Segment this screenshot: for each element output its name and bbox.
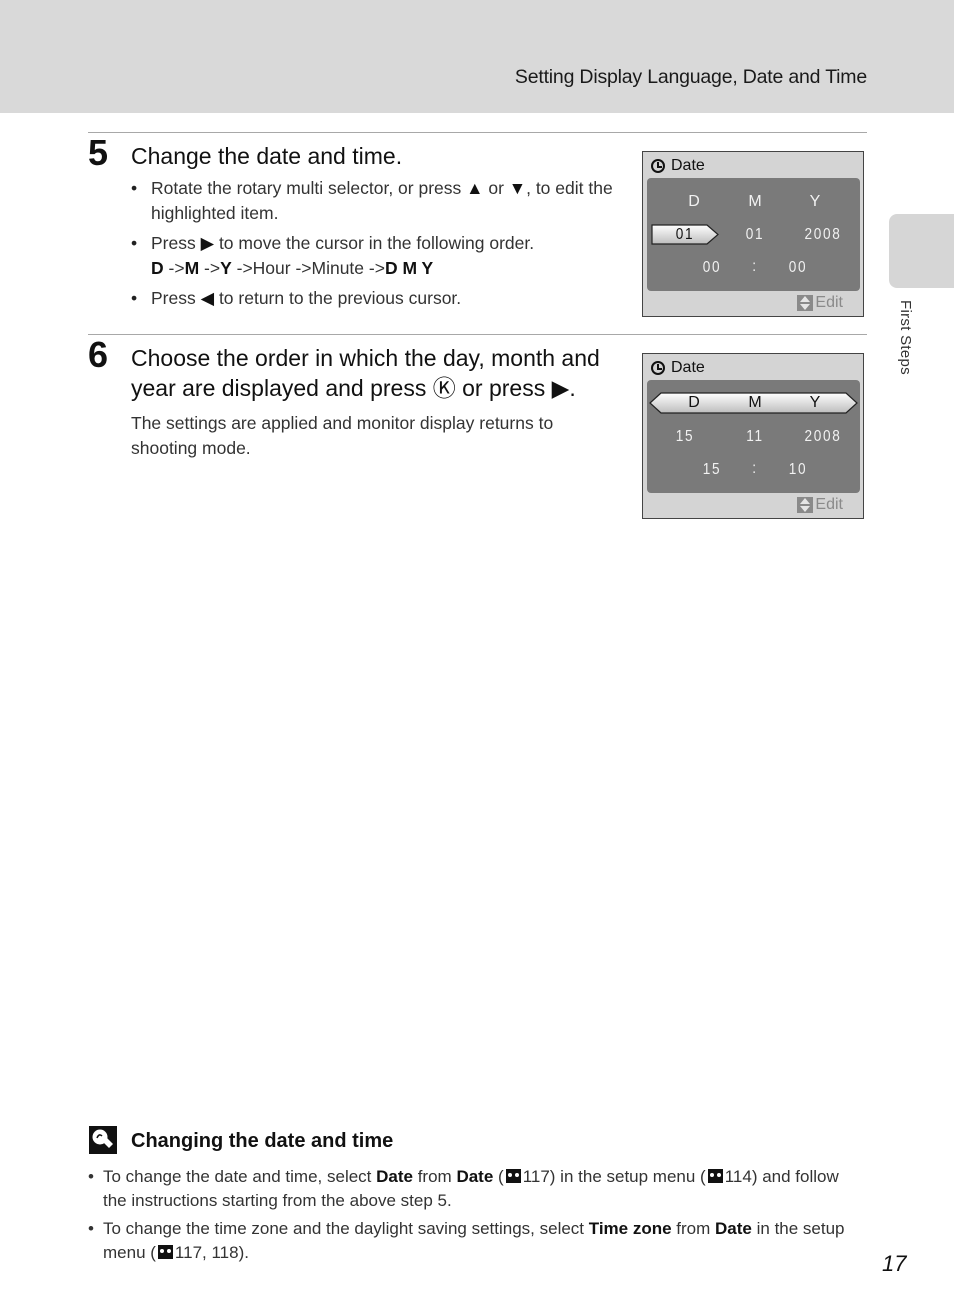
text: or [483, 178, 509, 198]
text: -> [163, 258, 185, 278]
text: ) in the setup menu ( [549, 1167, 706, 1186]
header-year: Y [809, 193, 821, 210]
camera-screen-date-edit: Date D M Y 01 01 2008 00 : 00 Edit [642, 151, 864, 317]
tip-item: To change the date and time, select Date… [88, 1165, 848, 1213]
day-value: 01 [675, 226, 695, 243]
bold-term: Date [456, 1167, 494, 1186]
order-y: Y [220, 258, 232, 278]
bullet-item: Rotate the rotary multi selector, or pre… [131, 176, 621, 226]
step-divider [88, 132, 867, 133]
step-divider [88, 334, 867, 335]
page-reference[interactable]: 117 [523, 1167, 550, 1186]
step-number: 5 [88, 132, 109, 173]
clock-icon [651, 159, 665, 173]
text: ( [493, 1167, 504, 1186]
up-down-icon [797, 295, 814, 311]
bold-term: Date [376, 1167, 413, 1186]
minute-value: 00 [788, 259, 808, 276]
text: from [671, 1219, 716, 1238]
header-day: D [688, 193, 700, 210]
side-tab-label: First Steps [897, 300, 914, 375]
text: To change the time zone and the daylight… [103, 1219, 589, 1238]
order-dmy: D M Y [384, 258, 434, 278]
text: to move the cursor in the following orde… [214, 233, 535, 253]
step-body: The settings are applied and monitor dis… [131, 413, 554, 458]
text: Rotate the rotary multi selector, or pre… [151, 178, 467, 198]
page-reference-icon [505, 1169, 521, 1183]
text: ->Hour ->Minute -> [231, 258, 385, 278]
month-value: 01 [745, 226, 765, 243]
page-reference[interactable]: 114 [725, 1167, 752, 1186]
text: to return to the previous cursor. [214, 288, 462, 308]
year-value: 2008 [804, 428, 842, 445]
page-reference[interactable]: 117, 118 [175, 1243, 239, 1262]
tip-item: To change the time zone and the daylight… [88, 1217, 848, 1265]
text: Press [151, 233, 201, 253]
up-down-icon [797, 497, 814, 513]
text: ). [238, 1243, 249, 1262]
ok-button-icon: Ⓚ [432, 375, 456, 401]
step-number: 6 [88, 334, 109, 375]
year-value: 2008 [804, 226, 842, 243]
bold-term: Time zone [588, 1219, 672, 1238]
month-value: 11 [746, 428, 764, 445]
screen-header: Date [651, 359, 705, 377]
tip-title: Changing the date and time [131, 1130, 394, 1152]
side-thumb-tab [889, 214, 954, 288]
edit-hint: Edit [797, 294, 843, 312]
order-m: M [184, 258, 200, 278]
step-title: Change the date and time. [131, 143, 403, 169]
minute-value: 10 [788, 461, 808, 478]
tip-list: To change the date and time, select Date… [88, 1165, 848, 1269]
right-arrow-icon: ▶ [551, 375, 570, 401]
section-title: Setting Display Language, Date and Time [514, 66, 867, 88]
edit-hint: Edit [797, 496, 843, 514]
text: or press [455, 375, 552, 401]
screen-title: Date [671, 359, 705, 376]
screen-panel: D M Y 01 01 2008 00 : 00 [647, 178, 860, 291]
clock-icon [651, 361, 665, 375]
edit-label: Edit [815, 496, 843, 513]
header-band: Setting Display Language, Date and Time [0, 0, 954, 113]
text: -> [199, 258, 221, 278]
edit-label: Edit [815, 294, 843, 311]
right-arrow-icon: ▶ [200, 233, 215, 253]
text: from [412, 1167, 457, 1186]
down-arrow-icon: ▼ [508, 178, 527, 198]
bullet-item: Press ▶ to move the cursor in the follow… [131, 231, 621, 281]
order-d: D [151, 258, 164, 278]
left-arrow-icon: ◀ [200, 288, 215, 308]
text: Press [151, 288, 201, 308]
step-title: Choose the order in which the day, month… [131, 343, 621, 403]
screen-panel: D M Y 15 11 2008 15 : 10 [647, 380, 860, 493]
up-arrow-icon: ▲ [466, 178, 484, 198]
header-day: D [688, 394, 700, 411]
bullet-item: Press ◀ to return to the previous cursor… [131, 286, 621, 311]
bold-term: Date [715, 1219, 752, 1238]
screen-header: Date [651, 157, 705, 175]
text: . [569, 375, 576, 401]
screen-title: Date [671, 157, 705, 174]
page-reference-icon [157, 1245, 173, 1259]
header-year: Y [809, 394, 821, 411]
step-bullets: Rotate the rotary multi selector, or pre… [131, 176, 621, 316]
text: To change the date and time, select [103, 1167, 377, 1186]
camera-screen-date-order: Date D M Y 15 11 2008 15 : 10 Edit [642, 353, 864, 519]
page-reference-icon [707, 1169, 723, 1183]
page-number: 17 [882, 1251, 907, 1276]
header-month: M [748, 394, 762, 411]
lightbulb-tip-icon [89, 1126, 117, 1154]
header-month: M [748, 193, 762, 210]
day-value: 15 [675, 428, 695, 445]
